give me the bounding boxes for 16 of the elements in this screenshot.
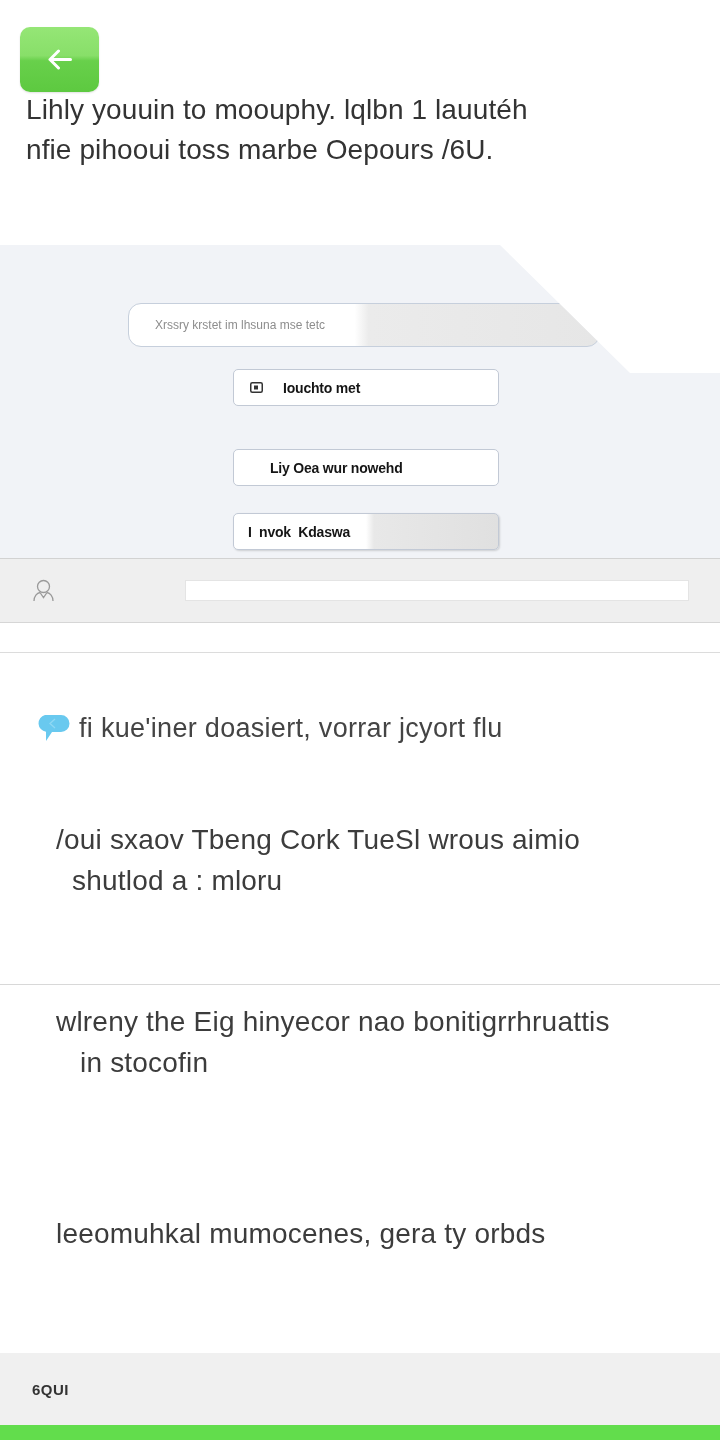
square-icon xyxy=(250,382,263,393)
paragraph-text: /oui sxaov Tbeng Cork TueSl wrous aimio shutlod a : mloru xyxy=(56,823,580,898)
arrow-left-icon xyxy=(47,49,72,70)
paragraph-text: wlreny the Eig hinyecor nao bonitigrrhruattis in stocofin xyxy=(56,1005,610,1080)
back-button[interactable] xyxy=(20,27,99,92)
text-field[interactable] xyxy=(185,580,689,601)
search-field[interactable]: Xrssry krstet im lhsuna mse tetc xyxy=(128,303,600,347)
footer-label: 6QUI xyxy=(32,1380,69,1398)
message-text: fi kue'iner doasiert, vorrar jcyort flu xyxy=(79,712,503,744)
chat-bubble-icon xyxy=(36,714,70,742)
action-button[interactable]: Iouchto met xyxy=(233,369,499,406)
paragraph-text: leeomuhkal mumocenes, gera ty orbds xyxy=(56,1217,546,1251)
action-button[interactable]: I nvok Kdaswa xyxy=(233,513,499,550)
heading-text: Lihly youuin to moouphy. lqlbn 1 lauutéh nfie pihooui toss marbe Oepours /6U. xyxy=(26,93,528,167)
action-button[interactable]: Liy Oea wur nowehd xyxy=(233,449,499,486)
user-icon xyxy=(33,579,54,602)
